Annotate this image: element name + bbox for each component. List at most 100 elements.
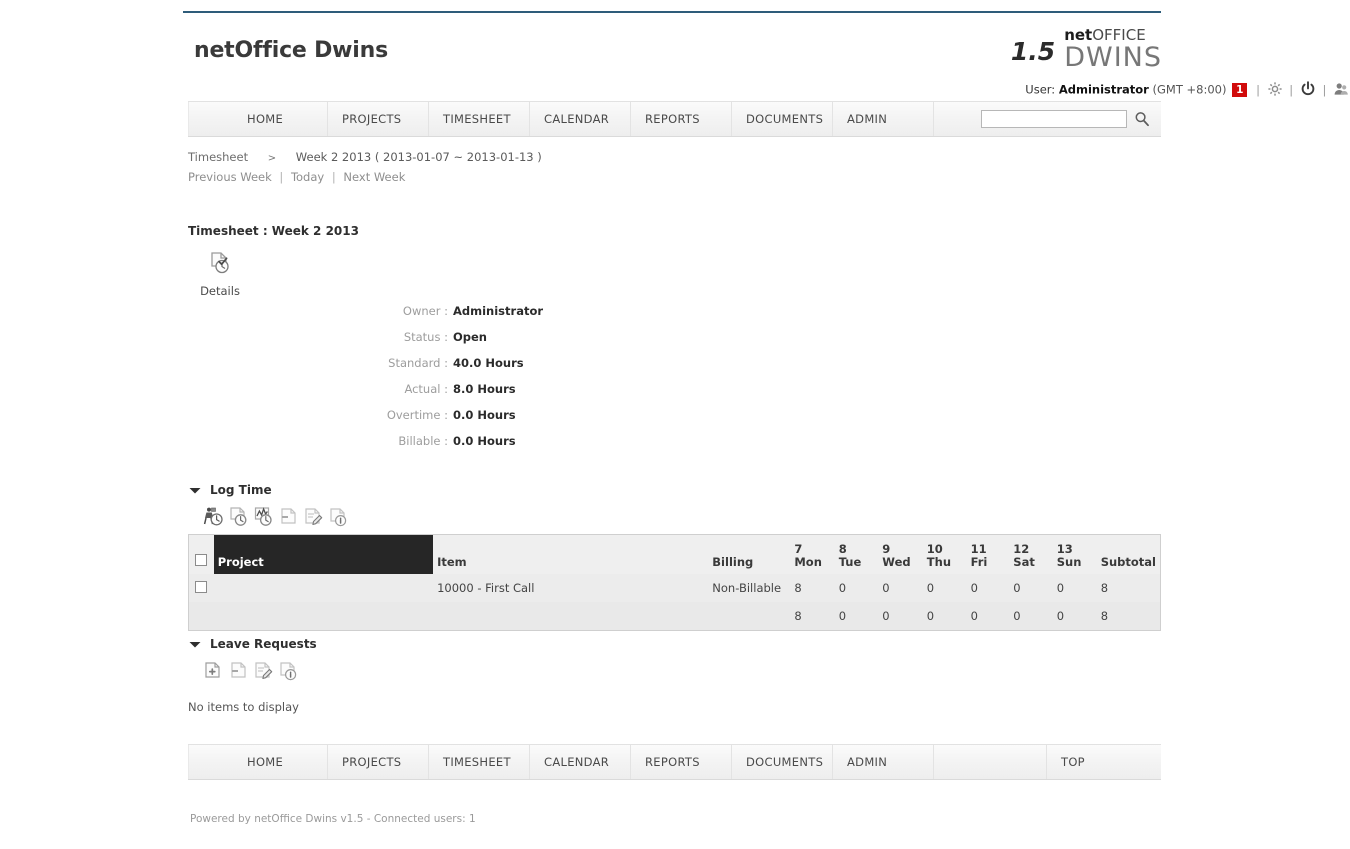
power-icon[interactable] xyxy=(1300,81,1316,97)
today-link[interactable]: Today xyxy=(291,170,324,184)
details-button[interactable]: Details xyxy=(190,250,250,298)
nav-item-home[interactable]: HOME xyxy=(188,102,328,136)
page-edit-icon[interactable] xyxy=(252,660,276,682)
column-header-day-fri[interactable]: 11 Fri xyxy=(966,535,1010,574)
page-plus-icon[interactable] xyxy=(202,660,226,682)
leave-requests-empty-message: No items to display xyxy=(188,700,299,714)
gear-icon[interactable] xyxy=(1267,81,1283,97)
nav-label: DOCUMENTS xyxy=(746,112,824,126)
column-header-subtotal[interactable]: Subtotal xyxy=(1096,535,1160,574)
user-label: User: xyxy=(1025,82,1056,97)
footer-item-home[interactable]: HOME xyxy=(188,745,328,779)
column-header-day-tue[interactable]: 8 Tue xyxy=(834,535,879,574)
nav-item-reports[interactable]: REPORTS xyxy=(631,102,732,136)
person-clock-icon[interactable] xyxy=(202,506,226,528)
day-num: 7 xyxy=(794,542,803,556)
total-day-mon: 8 xyxy=(790,602,835,630)
footer-item-top[interactable]: TOP xyxy=(1047,745,1161,779)
details-label: Details xyxy=(200,284,240,298)
nav-search-area xyxy=(934,102,1161,136)
cell-day-wed: 0 xyxy=(878,574,923,602)
footer-label: TIMESHEET xyxy=(443,755,511,769)
footer-item-projects[interactable]: PROJECTS xyxy=(328,745,429,779)
nav-item-admin[interactable]: ADMIN xyxy=(833,102,934,136)
column-header-item[interactable]: Item xyxy=(433,535,709,574)
total-day-thu: 0 xyxy=(922,602,967,630)
day-name: Fri xyxy=(970,555,988,569)
footer-item-documents[interactable]: DOCUMENTS xyxy=(732,745,833,779)
user-info-bar: User: Administrator (GMT +8:00) 1 | | | xyxy=(1025,81,1349,98)
user-name: Administrator xyxy=(1058,82,1149,97)
search-input[interactable] xyxy=(981,110,1127,128)
page-minus-icon[interactable] xyxy=(227,660,251,682)
leave-requests-toolbar xyxy=(202,660,1162,682)
leave-requests-header[interactable]: Leave Requests xyxy=(188,635,1162,653)
footer-item-calendar[interactable]: CALENDAR xyxy=(530,745,631,779)
column-label: Billing xyxy=(712,555,754,569)
caret-down-icon[interactable] xyxy=(188,485,202,495)
leave-requests-section: Leave Requests No items to display xyxy=(188,635,1162,714)
nav-label: ADMIN xyxy=(847,112,888,126)
cell-day-tue: 0 xyxy=(834,574,879,602)
cell-item: 10000 - First Call xyxy=(433,574,709,602)
nav-item-calendar[interactable]: CALENDAR xyxy=(530,102,631,136)
next-week-link[interactable]: Next Week xyxy=(343,170,405,184)
column-header-day-sat[interactable]: 12 Sat xyxy=(1009,535,1053,574)
footer-item-reports[interactable]: REPORTS xyxy=(631,745,732,779)
column-header-day-wed[interactable]: 9 Wed xyxy=(878,535,923,574)
day-num: 8 xyxy=(838,542,847,556)
detail-row-billable: Billable : 0.0 Hours xyxy=(300,428,720,454)
nav-item-documents[interactable]: DOCUMENTS xyxy=(732,102,833,136)
page-info-icon[interactable] xyxy=(327,506,351,528)
user-icon[interactable] xyxy=(1333,81,1349,97)
day-name: Mon xyxy=(794,555,822,569)
detail-row-overtime: Overtime : 0.0 Hours xyxy=(300,402,720,428)
breadcrumb-arrow: > xyxy=(267,153,277,164)
nav-label: CALENDAR xyxy=(544,112,610,126)
chart-clock-icon[interactable] xyxy=(252,506,276,528)
table-row[interactable]: 10000 - First Call Non-Billable 8 0 0 0 … xyxy=(189,574,1160,602)
alert-badge[interactable]: 1 xyxy=(1232,82,1248,97)
footer-label: ADMIN xyxy=(847,755,888,769)
column-header-project[interactable]: Project xyxy=(213,535,434,574)
column-header-day-sun[interactable]: 13 Sun xyxy=(1052,535,1097,574)
search-icon[interactable] xyxy=(1133,110,1151,128)
page-info-icon[interactable] xyxy=(277,660,301,682)
footer-label: HOME xyxy=(247,755,284,769)
total-day-fri: 0 xyxy=(966,602,1010,630)
cell-day-thu: 0 xyxy=(922,574,967,602)
nav-label: TIMESHEET xyxy=(443,112,511,126)
log-time-title: Log Time xyxy=(210,483,272,497)
column-label: Project xyxy=(217,555,264,569)
total-spacer xyxy=(708,602,791,630)
nav-item-projects[interactable]: PROJECTS xyxy=(328,102,429,136)
log-time-header[interactable]: Log Time xyxy=(188,481,1162,499)
log-time-toolbar xyxy=(202,506,1162,528)
breadcrumb-root[interactable]: Timesheet xyxy=(188,150,248,164)
previous-week-link[interactable]: Previous Week xyxy=(188,170,272,184)
column-label: Item xyxy=(437,555,467,569)
page-clock-icon[interactable] xyxy=(227,506,251,528)
column-header-billing[interactable]: Billing xyxy=(708,535,791,574)
main-navigation: HOME PROJECTS TIMESHEET CALENDAR REPORTS… xyxy=(188,101,1161,137)
footer-item-spacer xyxy=(934,745,1047,779)
footer-item-timesheet[interactable]: TIMESHEET xyxy=(429,745,530,779)
caret-down-icon[interactable] xyxy=(188,639,202,649)
detail-row-status: Status : Open xyxy=(300,324,720,350)
detail-value: 0.0 Hours xyxy=(453,434,516,448)
column-header-day-thu[interactable]: 10 Thu xyxy=(922,535,967,574)
detail-value: Open xyxy=(453,330,487,344)
cell-day-fri: 0 xyxy=(966,574,1010,602)
page-edit-icon[interactable] xyxy=(302,506,326,528)
nav-item-timesheet[interactable]: TIMESHEET xyxy=(429,102,530,136)
cell-subtotal: 8 xyxy=(1096,574,1160,602)
page-minus-icon[interactable] xyxy=(277,506,301,528)
day-name: Thu xyxy=(926,555,951,569)
column-header-day-mon[interactable]: 7 Mon xyxy=(790,535,835,574)
select-all-checkbox[interactable] xyxy=(195,554,207,566)
total-spacer xyxy=(433,602,709,630)
log-time-section: Log Time Project Item Billing 7 Mon 8 Tu… xyxy=(188,481,1162,631)
footer-item-admin[interactable]: ADMIN xyxy=(833,745,934,779)
row-checkbox[interactable] xyxy=(195,580,207,593)
cell-day-sat: 0 xyxy=(1009,574,1053,602)
